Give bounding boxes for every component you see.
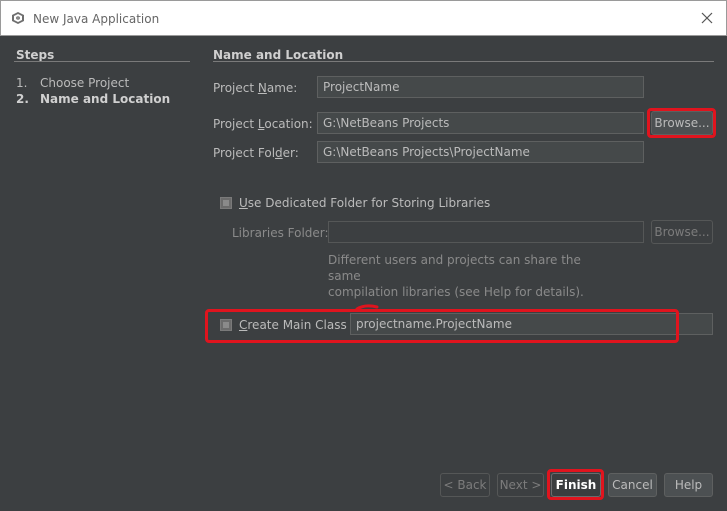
finish-button[interactable]: Finish xyxy=(551,473,601,497)
project-location-label: Project Location: xyxy=(213,117,313,131)
project-name-label: Project Name: xyxy=(213,81,298,95)
main-class-input[interactable]: projectname.ProjectName xyxy=(350,313,713,335)
help-button[interactable]: Help xyxy=(664,473,713,497)
libraries-help-note: Different users and projects can share t… xyxy=(328,253,584,299)
create-main-class-label[interactable]: Create Main Class xyxy=(239,318,347,332)
step-number: 2. xyxy=(16,92,29,106)
step-label: Name and Location xyxy=(40,92,171,106)
cancel-button[interactable]: Cancel xyxy=(608,473,657,497)
dedicated-folder-label[interactable]: Use Dedicated Folder for Storing Librari… xyxy=(239,196,490,210)
close-icon xyxy=(701,12,713,24)
step-name-and-location: 2. Name and Location xyxy=(16,92,170,106)
libraries-folder-input[interactable] xyxy=(328,221,644,243)
step-label: Choose Project xyxy=(40,76,130,90)
title-bar: New Java Application xyxy=(0,0,727,36)
project-name-input[interactable]: ProjectName xyxy=(317,76,644,98)
netbeans-cube-icon xyxy=(12,12,24,24)
libraries-browse-button[interactable]: Browse... xyxy=(651,220,713,244)
back-button[interactable]: < Back xyxy=(440,473,490,497)
create-main-class-checkbox[interactable] xyxy=(220,319,232,331)
close-button[interactable] xyxy=(688,1,726,35)
steps-divider xyxy=(14,61,190,62)
step-choose-project: 1. Choose Project xyxy=(16,76,129,90)
section-header: Name and Location xyxy=(213,48,344,62)
browse-location-button[interactable]: Browse... xyxy=(651,111,713,135)
dedicated-folder-checkbox[interactable] xyxy=(220,197,232,209)
step-number: 1. xyxy=(16,76,28,90)
libraries-folder-label: Libraries Folder: xyxy=(232,226,329,240)
project-location-input[interactable]: G:\NetBeans Projects xyxy=(317,112,644,134)
steps-panel: Steps 1. Choose Project 2. Name and Locati… xyxy=(0,36,198,511)
next-button[interactable]: Next > xyxy=(497,473,544,497)
project-folder-label: Project Folder: xyxy=(213,146,299,160)
annotation-stroke xyxy=(355,304,379,311)
project-folder-input[interactable]: G:\NetBeans Projects\ProjectName xyxy=(317,141,644,163)
section-divider xyxy=(213,61,714,62)
window-title: New Java Application xyxy=(33,12,160,26)
steps-header: Steps xyxy=(16,48,55,62)
